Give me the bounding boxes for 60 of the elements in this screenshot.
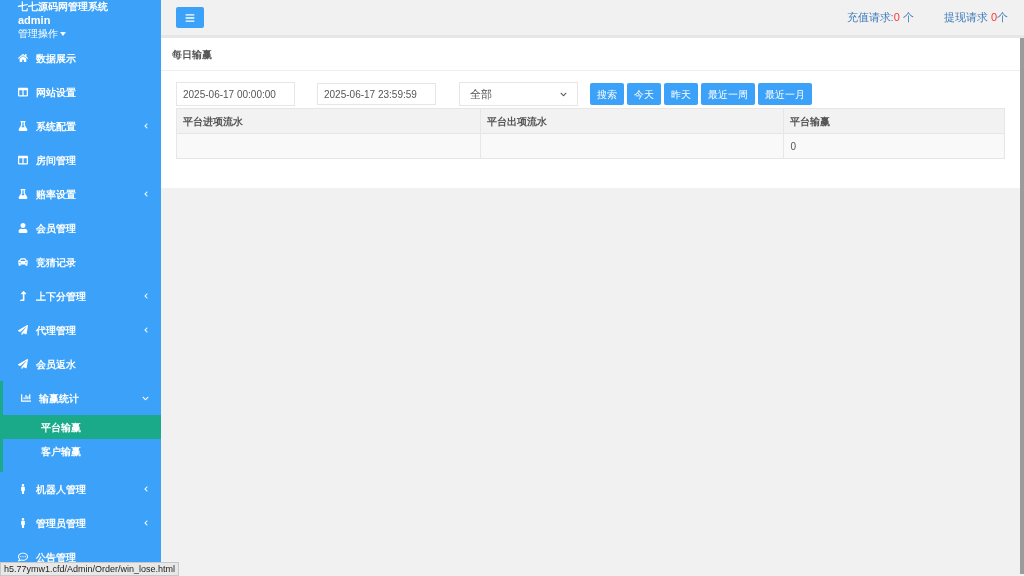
sidebar-item[interactable]: 代理管理 [0,313,161,347]
sidebar-subitem[interactable]: 客户输赢 [3,439,161,463]
app-title: 七七源码网管理系统 [18,1,108,12]
filter-button[interactable]: 最近一周 [701,83,755,105]
end-date-field[interactable]: 2025-06-17 23:59:59 [317,83,436,105]
filter-button[interactable]: 搜索 [590,83,624,105]
sidebar-item[interactable]: 公告管理 [0,540,161,561]
columns-icon [18,155,28,165]
sidebar-item[interactable]: 输赢统计 [3,381,161,415]
chevron-down-icon [142,394,149,402]
flask-icon [18,121,28,131]
panel-title: 每日输赢 [172,47,212,62]
start-date-field[interactable]: 2025-06-17 00:00:00 [176,82,295,106]
column-header: 平台进项流水 [176,108,481,134]
menu-icon [185,12,195,23]
chevron-left-icon [143,327,149,333]
bar-chart-icon [21,393,31,403]
sidebar-item[interactable]: 房间管理 [0,143,161,177]
columns-icon [18,87,28,97]
chevron-left-icon [143,293,149,299]
chevron-down-icon [560,90,567,98]
caret-icon [60,32,66,36]
paper-plane-icon [18,359,28,369]
menu-toggle-button[interactable] [176,7,204,28]
sidebar-subitem[interactable]: 平台输赢 [3,415,161,439]
chevron-left-icon [143,486,149,492]
request-link[interactable]: 提现请求 0个 [943,9,1008,26]
sidebar-item[interactable]: 会员管理 [0,211,161,245]
sidebar-item[interactable]: 机器人管理 [0,472,161,506]
comment-icon [18,552,28,562]
filter-button[interactable]: 昨天 [664,83,698,105]
link-url-tooltip: h5.77ymw1.cfd/Admin/Order/win_lose.html [0,562,180,576]
user-icon [18,223,28,233]
filter-button[interactable]: 最近一月 [758,83,812,105]
sidebar-item[interactable]: 管理员管理 [0,506,161,540]
person-icon [18,518,28,528]
sidebar-item[interactable]: 数据展示 [0,41,161,75]
request-link[interactable]: 充值请求:0 个 [846,9,914,26]
paper-plane-icon [18,325,28,335]
sidebar-item[interactable]: 会员返水 [0,347,161,381]
arrow-up-icon [18,291,28,301]
flask-icon [18,189,28,199]
chevron-left-icon [143,191,149,197]
sidebar-item[interactable]: 网站设置 [0,75,161,109]
column-header: 平台输赢 [783,108,1005,134]
car-icon [18,257,28,267]
sidebar-item[interactable]: 上下分管理 [0,279,161,313]
person-icon [18,484,28,494]
sidebar-item[interactable]: 竞猜记录 [0,245,161,279]
sidebar-item[interactable]: 赔率设置 [0,177,161,211]
chevron-left-icon [143,520,149,526]
sidebar-item[interactable]: 系统配置 [0,109,161,143]
filter-select[interactable]: 全部 [459,82,578,106]
table-cell: 0 [783,133,1005,159]
user-menu-dropdown[interactable]: 管理操作 [18,27,66,41]
column-header: 平台出项流水 [480,108,784,134]
chevron-left-icon [143,123,149,129]
home-icon [18,53,28,63]
filter-button[interactable]: 今天 [627,83,661,105]
user-name: admin [18,14,51,26]
